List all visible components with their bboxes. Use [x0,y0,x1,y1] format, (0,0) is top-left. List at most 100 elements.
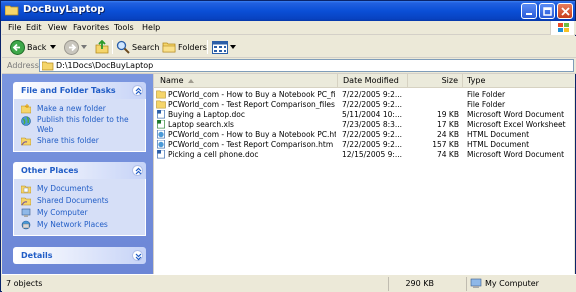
file-date: 7/22/2005 9:2... [342,130,403,139]
column-header-size[interactable]: Size [408,74,463,88]
maximize-button[interactable] [539,3,555,19]
file-folder-tasks-header[interactable]: File and Folder Tasks [13,82,146,99]
menu-tools[interactable]: Tools [114,23,134,32]
my-network-places-link[interactable]: My Network Places [21,219,141,231]
file-row[interactable]: Picking a cell phone.doc 12/15/2005 9:...… [154,150,575,160]
my-computer-icon [21,208,31,217]
collapse-button[interactable] [132,165,143,176]
address-bar: Address D:\1Docs\DocBuyLaptop [2,58,576,74]
search-label: Search [132,42,160,52]
details-header[interactable]: Details [13,247,146,264]
menu-bar: File Edit View Favorites Tools Help [2,21,576,35]
other-places-title: Other Places [21,166,79,175]
minimize-button[interactable] [521,3,537,19]
file-size: 24 KB [437,130,459,139]
sort-ascending-icon [188,79,194,83]
column-header-type[interactable]: Type [463,74,575,88]
close-button[interactable] [557,3,573,19]
collapse-button[interactable] [132,85,143,96]
file-row[interactable]: PCWorld_com - Test Report Comparison.htm… [154,140,575,150]
file-size: 74 KB [437,150,459,159]
chevron-down-icon [135,253,142,261]
make-new-folder-link[interactable]: Make a new folder [21,103,141,115]
menu-file[interactable]: File [8,23,21,32]
file-row[interactable]: Buying a Laptop.doc 5/11/2004 10:... 19 KB… [154,110,575,120]
column-header-date[interactable]: Date Modified [338,74,408,88]
back-label: Back [27,42,47,52]
file-date: 7/22/2005 9:2... [342,100,403,109]
html-icon [157,140,165,149]
expand-button[interactable] [132,250,143,261]
excel-icon [157,120,165,129]
file-row[interactable]: PCWorld_com - Test Report Comparison_fil… [154,100,575,110]
file-date: 5/11/2004 10:... [342,110,403,119]
share-folder-icon [21,137,31,146]
file-folder-tasks-title: File and Folder Tasks [21,86,116,95]
my-documents-link[interactable]: My Documents [21,183,141,195]
share-folder-link[interactable]: Share this folder [21,135,141,147]
my-computer-label: My Computer [37,208,88,217]
windows-flag-icon [558,23,569,32]
my-documents-label: My Documents [37,184,94,193]
my-computer-link[interactable]: My Computer [21,207,141,219]
file-size: 17 KB [437,120,459,129]
column-name-label: Name [160,76,184,85]
column-header-name[interactable]: Name [154,74,338,88]
folder-icon [42,61,54,71]
back-button[interactable]: Back [10,39,57,55]
publish-to-web-link[interactable]: Publish this folder to the Web [21,115,141,135]
menu-view[interactable]: View [48,23,67,32]
file-row[interactable]: PCWorld_com - How to Buy a Notebook PC.h… [154,130,575,140]
shared-documents-link[interactable]: Shared Documents [21,195,141,207]
file-type: Microsoft Word Document [467,110,565,119]
column-type-label: Type [467,76,486,85]
up-folder-button[interactable] [95,39,109,55]
file-size: 19 KB [437,110,459,119]
file-name: Laptop search.xls [168,120,234,129]
up-folder-icon [95,40,109,54]
my-network-places-label: My Network Places [37,220,108,229]
other-places-header[interactable]: Other Places [13,162,146,179]
toolbar: Back Search Folders [2,36,576,58]
column-size-label: Size [441,76,458,85]
views-icon [212,40,228,54]
title-bar[interactable]: DocBuyLaptop [1,1,575,21]
views-button[interactable] [212,39,237,55]
search-icon [116,40,130,54]
back-arrow-icon [10,39,25,55]
file-size: 157 KB [432,140,459,149]
file-date: 7/23/2005 8:3... [342,120,403,129]
menu-edit[interactable]: Edit [26,23,42,32]
file-name: Picking a cell phone.doc [168,150,259,159]
close-icon [561,7,570,16]
menu-help[interactable]: Help [142,23,160,32]
file-type: HTML Document [467,130,530,139]
forward-button[interactable] [64,39,88,55]
maximize-icon [543,7,552,16]
dropdown-arrow-icon [50,44,57,49]
file-row[interactable]: PCWorld_com - How to Buy a Notebook PC_f… [154,90,575,100]
details-group: Details [13,247,146,264]
shared-documents-icon [21,197,31,206]
menu-favorites[interactable]: Favorites [73,23,109,32]
status-size: 290 KB [388,277,466,291]
dropdown-arrow-icon [81,44,87,49]
address-input[interactable]: D:\1Docs\DocBuyLaptop [39,59,574,72]
explorer-window: DocBuyLaptop File Edit View Favorites To… [0,0,576,292]
network-places-icon [21,220,31,230]
status-location: My Computer [466,277,576,291]
other-places-group: Other Places My Documents Shared Documen… [13,162,146,236]
search-button[interactable]: Search [116,39,159,55]
globe-icon [21,116,31,126]
publish-to-web-label: Publish this folder to the Web [37,115,129,134]
status-location-text: My Computer [485,279,539,288]
file-name: PCWorld_com - Test Report Comparison_fil… [168,100,335,109]
file-date: 7/22/2005 9:2... [342,140,403,149]
dropdown-arrow-icon [230,44,236,49]
file-folder-tasks-group: File and Folder Tasks Make a new folder … [13,82,146,152]
file-row[interactable]: Laptop search.xls 7/23/2005 8:3... 17 KB Mi… [154,120,575,130]
other-places-body: My Documents Shared Documents My Compute… [13,179,146,236]
folders-button[interactable]: Folders [162,39,207,55]
address-label: Address [7,61,39,70]
forward-arrow-icon [64,39,79,55]
